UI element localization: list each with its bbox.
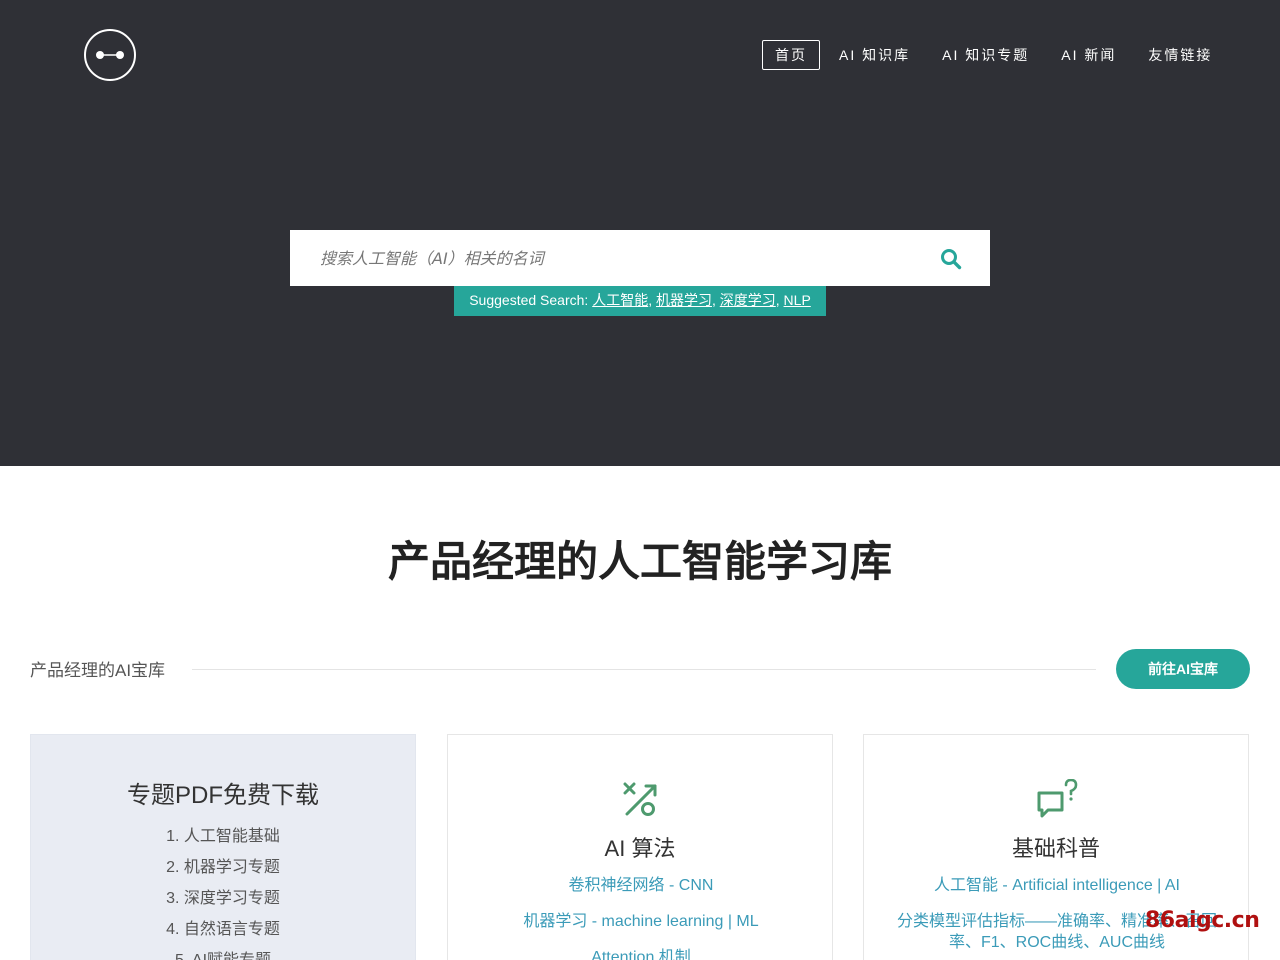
suggestion-link-deep-learning[interactable]: 深度学习 [720,292,776,308]
search-box [290,230,990,286]
search-input[interactable] [290,230,930,286]
algorithms-card-title: AI 算法 [604,836,676,861]
section-label: 产品经理的AI宝库 [30,661,166,680]
suggested-search-bar: Suggested Search: 人工智能, 机器学习, 深度学习, NLP [454,286,826,316]
pdf-list-item[interactable]: 2. 机器学习专题 [31,858,415,889]
watermark: 86aigc.cn [1145,908,1260,933]
percent-icon [623,782,657,816]
search-icon[interactable] [940,248,962,270]
basics-link[interactable]: 人工智能 - Artificial intelligence | AI [884,875,1230,896]
ai-algorithms-card: AI 算法 卷积神经网络 - CNN 机器学习 - machine learni… [447,734,833,960]
pdf-list-item[interactable]: 4. 自然语言专题 [31,920,415,951]
chat-question-icon [1037,779,1078,818]
pdf-list-item[interactable]: 3. 深度学习专题 [31,889,415,920]
algorithm-link[interactable]: Attention 机制 [468,947,814,960]
pdf-list: 1. 人工智能基础 2. 机器学习专题 3. 深度学习专题 4. 自然语言专题 … [31,827,415,960]
page-title: 产品经理的人工智能学习库 [387,537,892,586]
pdf-list-item[interactable]: 1. 人工智能基础 [31,827,415,858]
algorithms-link-list: 卷积神经网络 - CNN 机器学习 - machine learning | M… [468,875,814,960]
logo-icon [96,51,124,59]
suggestion-link-ai[interactable]: 人工智能 [592,292,648,308]
suggestion-link-machine-learning[interactable]: 机器学习 [656,292,712,308]
nav-item-ai-knowledge-base[interactable]: AI 知识库 [826,40,923,70]
nav-item-home[interactable]: 首页 [762,40,820,70]
suggested-search-label: Suggested Search: [469,292,593,308]
main-nav: 首页 AI 知识库 AI 知识专题 AI 新闻 友情链接 [762,40,1231,70]
section-divider [192,669,1096,670]
suggestion-link-nlp[interactable]: NLP [784,292,811,308]
nav-item-friend-links[interactable]: 友情链接 [1135,40,1225,70]
pdf-download-card: 专题PDF免费下载 1. 人工智能基础 2. 机器学习专题 3. 深度学习专题 … [30,734,416,960]
algorithm-link[interactable]: 机器学习 - machine learning | ML [468,911,814,932]
algorithm-link[interactable]: 卷积神经网络 - CNN [468,875,814,896]
nav-item-ai-news[interactable]: AI 新闻 [1048,40,1129,70]
suggestion-separator: , [711,292,720,308]
logo[interactable] [84,29,136,81]
basics-card-title: 基础科普 [1011,836,1100,861]
pdf-card-title: 专题PDF免费下载 [127,782,319,809]
pdf-list-item[interactable]: 5. AI赋能专题 [31,951,415,960]
suggestion-separator: , [775,292,784,308]
go-to-ai-library-button[interactable]: 前往AI宝库 [1116,649,1250,689]
nav-item-ai-topics[interactable]: AI 知识专题 [929,40,1042,70]
suggestion-separator: , [648,292,656,308]
